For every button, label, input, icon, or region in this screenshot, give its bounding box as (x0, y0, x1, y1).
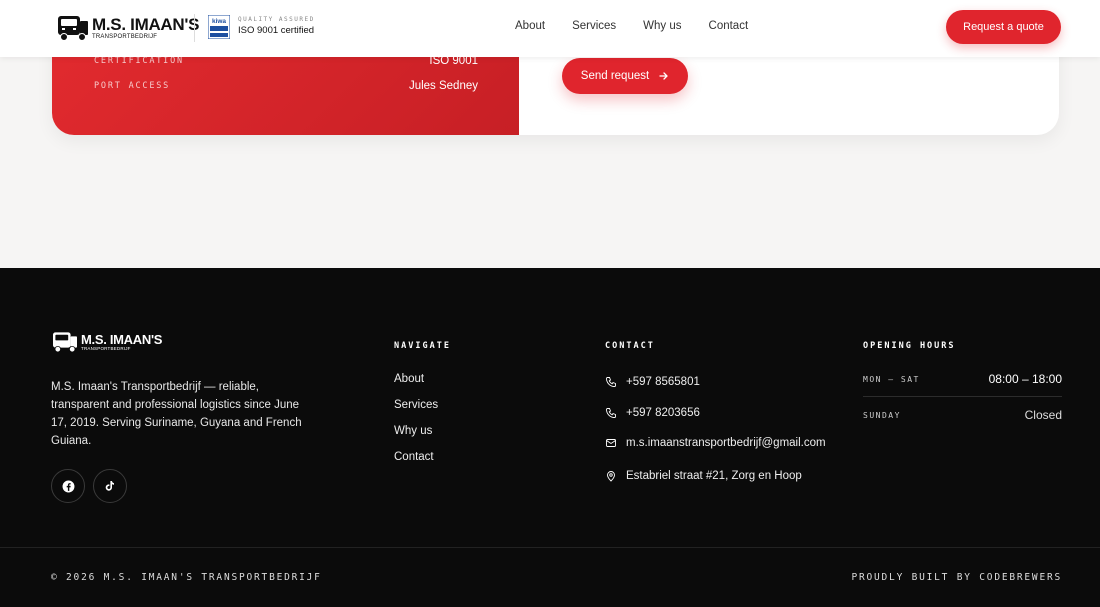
site-footer: M.S. IMAAN'S TRANSPORTBEDRIJF M.S. Imaan… (0, 268, 1100, 607)
phone-number: +597 8203656 (626, 407, 700, 419)
site-header: M.S. IMAAN'S TRANSPORTBEDRIJF kiwa QUALI… (0, 0, 1100, 57)
copyright: © 2026 M.S. IMAAN'S TRANSPORTBEDRIJF (51, 572, 322, 583)
info-label: PORT ACCESS (94, 81, 171, 91)
footer-logo[interactable]: M.S. IMAAN'S TRANSPORTBEDRIJF (51, 330, 162, 354)
map-pin-icon (607, 471, 615, 482)
contact-title: CONTACT (605, 341, 655, 351)
built-by-credit[interactable]: PROUDLY BUILT BY CODEBREWERS (851, 572, 1062, 583)
contact-email[interactable]: m.s.imaanstransportbedrijf@gmail.com (605, 437, 826, 449)
email-address: m.s.imaanstransportbedrijf@gmail.com (626, 437, 826, 449)
info-row-port-access: PORT ACCESS Jules Sedney (94, 80, 478, 92)
brand-name: M.S. IMAAN'S (81, 331, 163, 347)
request-quote-button[interactable]: Request a quote (946, 10, 1061, 44)
facebook-button[interactable] (51, 469, 85, 503)
contact-address[interactable]: Estabriel straat #21, Zorg en Hoop (605, 470, 802, 482)
main-nav: About Services Why us Contact (515, 20, 775, 32)
header-divider (194, 14, 195, 42)
footer-link-why-us[interactable]: Why us (394, 425, 432, 437)
hours-time: Closed (1024, 408, 1062, 422)
send-request-label: Send request (580, 70, 650, 82)
brand-logo[interactable]: M.S. IMAAN'S TRANSPORTBEDRIJF (56, 12, 199, 44)
hours-divider (863, 396, 1062, 397)
footer-description: M.S. Imaan's Transportbedrijf — reliable… (51, 381, 302, 447)
truck-icon (58, 16, 88, 41)
nav-services[interactable]: Services (572, 20, 616, 32)
nav-why-us[interactable]: Why us (643, 20, 681, 32)
brand-sub: TRANSPORTBEDRIJF (92, 34, 158, 40)
tiktok-icon (105, 481, 114, 491)
kiwa-label: kiwa (212, 18, 226, 25)
footer-link-contact[interactable]: Contact (394, 451, 434, 463)
hours-title: OPENING HOURS (863, 341, 956, 351)
footer-link-services[interactable]: Services (394, 399, 438, 411)
navigate-title: NAVIGATE (394, 341, 451, 351)
facebook-icon (62, 480, 74, 492)
tiktok-button[interactable] (93, 469, 127, 503)
arrow-right-icon (659, 72, 669, 80)
hours-time: 08:00 – 18:00 (988, 372, 1062, 386)
info-label: CERTIFICATION (94, 56, 184, 66)
info-value: Jules Sedney (408, 80, 478, 92)
phone-icon (606, 377, 616, 387)
hours-row-weekdays: MON – SAT 08:00 – 18:00 (863, 372, 1062, 386)
hours-row-sunday: SUNDAY Closed (863, 408, 1062, 422)
brand-sub: TRANSPORTBEDRIJF (81, 345, 131, 351)
quality-tag: QUALITY ASSURED (238, 16, 315, 23)
quality-cert: ISO 9001 certified (238, 25, 315, 36)
quality-badge: QUALITY ASSURED ISO 9001 certified (238, 17, 315, 36)
hours-day: SUNDAY (863, 410, 901, 420)
contact-phone-1[interactable]: +597 8565801 (605, 376, 700, 388)
phone-icon (606, 408, 616, 418)
nav-contact[interactable]: Contact (709, 20, 749, 32)
street-address: Estabriel straat #21, Zorg en Hoop (626, 470, 802, 482)
mail-icon (606, 439, 616, 447)
phone-number: +597 8565801 (626, 376, 700, 388)
send-request-button[interactable]: Send request (562, 58, 688, 94)
hours-day: MON – SAT (863, 374, 920, 384)
brand-name: M.S. IMAAN'S (92, 15, 200, 34)
truck-icon (53, 332, 77, 353)
footer-divider (0, 547, 1100, 548)
footer-link-about[interactable]: About (394, 373, 424, 385)
kiwa-badge-icon: kiwa (208, 15, 230, 39)
contact-phone-2[interactable]: +597 8203656 (605, 407, 700, 419)
nav-about[interactable]: About (515, 20, 545, 32)
